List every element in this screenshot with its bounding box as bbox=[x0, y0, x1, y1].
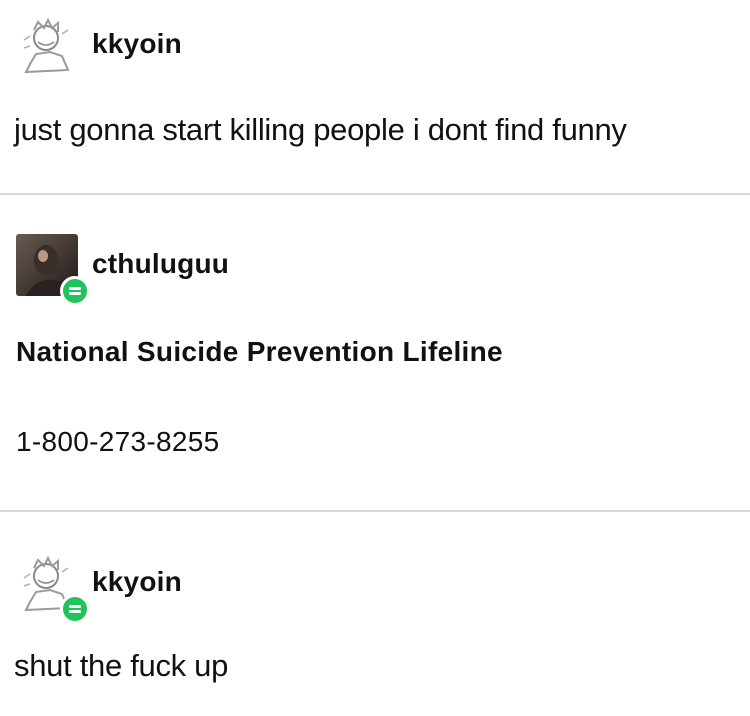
post-kkyoin-reblog: kkyoin shut the fuck up bbox=[0, 512, 750, 716]
post-body-text: shut the fuck up bbox=[14, 648, 229, 683]
post-body-text: 1-800-273-8255 bbox=[16, 426, 220, 457]
sketch-avatar-icon[interactable] bbox=[16, 552, 90, 624]
post-header bbox=[16, 14, 78, 76]
post-title: National Suicide Prevention Lifeline bbox=[16, 336, 503, 367]
reblog-badge bbox=[60, 594, 90, 624]
post-header bbox=[16, 234, 90, 306]
post-divider bbox=[0, 193, 750, 195]
post-kkyoin-original: kkyoin just gonna start killing people i… bbox=[0, 0, 750, 194]
post-cthuluguu-reblog: cthuluguu National Suicide Prevention Li… bbox=[0, 196, 750, 510]
reblog-icon bbox=[69, 287, 81, 295]
username-link[interactable]: kkyoin bbox=[92, 566, 182, 598]
username-link[interactable]: cthuluguu bbox=[92, 248, 229, 280]
photo-avatar-icon[interactable] bbox=[16, 234, 90, 306]
username-link[interactable]: kkyoin bbox=[92, 28, 182, 60]
reblog-badge bbox=[60, 276, 90, 306]
reblog-icon bbox=[69, 605, 81, 613]
post-header bbox=[16, 552, 90, 624]
sketch-avatar-icon[interactable] bbox=[16, 14, 78, 76]
post-body-text: just gonna start killing people i dont f… bbox=[14, 112, 627, 147]
